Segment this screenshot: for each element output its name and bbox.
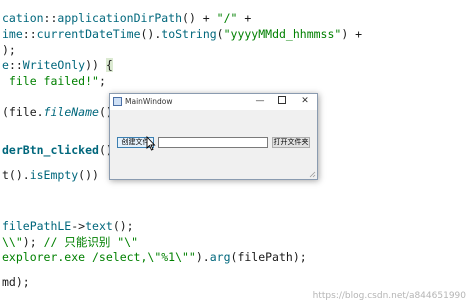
watermark: https://blog.csdn.net/a844651990 [312,291,466,301]
code-token: (); [112,219,134,233]
window-titlebar[interactable]: MainWindow — ✕ [110,94,317,110]
code-line: file failed!"; [2,73,106,89]
code-token: "yyyyMMdd_hhmmss" [223,27,342,41]
code-token: WriteOnly [22,58,86,72]
code-token: t(). [2,168,30,182]
code-line: (file.fileName()); [2,104,127,120]
code-comment: // 只能识别 "\" [43,235,139,249]
code-token: ime [2,27,23,41]
code-token: arg [209,250,231,264]
code-token: :: [43,11,58,25]
code-token: toString [161,27,217,41]
app-icon [113,97,122,106]
code-token: derBtn_clicked [2,143,99,157]
code-token: ; [98,74,106,88]
close-icon: ✕ [301,96,309,106]
code-token: file failed!" [2,74,99,88]
minimize-button[interactable]: — [249,94,271,110]
main-window[interactable]: MainWindow — ✕ 创建文件 打开文件夹 [109,93,318,180]
window-title: MainWindow [125,97,173,106]
code-token: text [85,219,113,233]
code-line: \\"); // 只能识别 "\" [2,234,138,250]
code-token: )) [85,58,106,72]
code-token: (). [140,27,162,41]
code-token: "/" [216,11,238,25]
matching-brace: { [105,58,113,72]
code-token: currentDateTime [36,27,141,41]
code-line: md); [2,274,30,290]
maximize-button[interactable] [271,94,293,110]
code-line: explorer.exe /select,\"%1\"").arg(filePa… [2,249,307,265]
open-folder-button[interactable]: 打开文件夹 [272,137,310,148]
code-token: () + [182,11,217,25]
code-line: t().isEmpty()) [2,167,99,183]
code-line: derBtn_clicked() [2,142,113,158]
code-line: e::WriteOnly)) { [2,57,113,73]
code-token: cation [2,11,44,25]
code-token: ( [216,27,224,41]
code-token: :: [22,27,37,41]
resize-grip-icon[interactable] [309,171,316,178]
code-token: ). [195,250,210,264]
code-token: md); [2,275,30,289]
code-token: e [2,58,9,72]
code-line: ); [2,42,16,58]
code-token: (file. [2,105,44,119]
window-client-area: 创建文件 打开文件夹 [110,110,317,179]
code-token: (filePath); [230,250,307,264]
code-token: ) + [341,27,363,41]
close-button[interactable]: ✕ [294,94,316,110]
code-line: cation::applicationDirPath() + "/" + [2,10,251,26]
file-path-input[interactable] [158,137,268,148]
code-token: ); [2,43,16,57]
code-token: + [237,11,252,25]
code-token: isEmpty [29,168,79,182]
code-token: ()) [78,168,99,182]
maximize-icon [278,95,286,104]
code-token: :: [8,58,23,72]
code-token: fileName [43,105,99,119]
code-line: ime::currentDateTime().toString("yyyyMMd… [2,26,362,42]
minimize-icon: — [255,96,265,106]
mouse-cursor-icon [146,136,156,151]
code-line: filePathLE->text(); [2,218,134,234]
code-token: -> [71,219,86,233]
code-token: explorer.exe /select,\"%1\"" [2,250,196,264]
code-token: filePathLE [2,219,72,233]
code-token: ); [22,235,44,249]
code-token: applicationDirPath [57,11,183,25]
code-token: \\" [2,235,23,249]
